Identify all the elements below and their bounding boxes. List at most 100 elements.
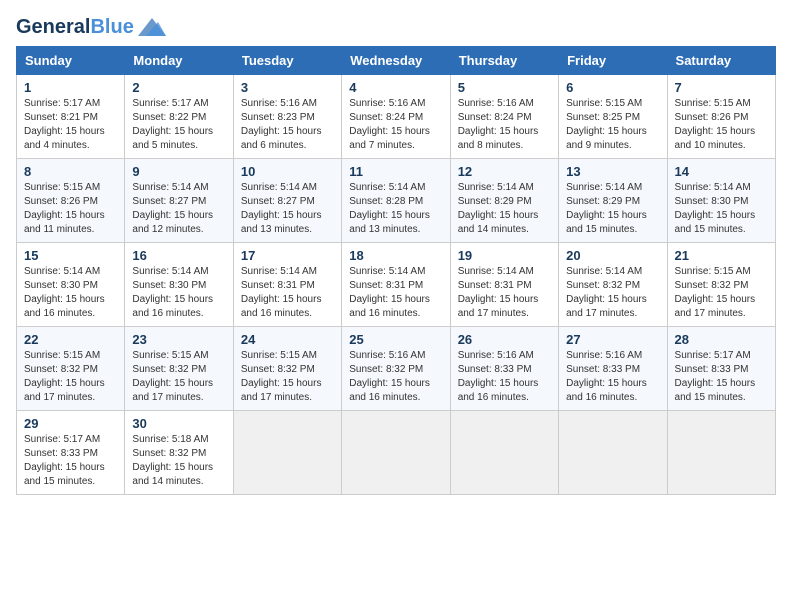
day-info: Sunrise: 5:14 AMSunset: 8:30 PMDaylight:… bbox=[132, 265, 225, 321]
day-number: 2 bbox=[132, 80, 225, 95]
day-number: 10 bbox=[241, 164, 334, 179]
calendar-cell: 2 Sunrise: 5:17 AMSunset: 8:22 PMDayligh… bbox=[125, 75, 233, 159]
day-number: 21 bbox=[675, 248, 768, 263]
day-number: 7 bbox=[675, 80, 768, 95]
day-info: Sunrise: 5:16 AMSunset: 8:32 PMDaylight:… bbox=[349, 349, 442, 405]
day-number: 23 bbox=[132, 332, 225, 347]
calendar-cell: 19 Sunrise: 5:14 AMSunset: 8:31 PMDaylig… bbox=[450, 243, 558, 327]
calendar-cell: 18 Sunrise: 5:14 AMSunset: 8:31 PMDaylig… bbox=[342, 243, 450, 327]
calendar-cell: 24 Sunrise: 5:15 AMSunset: 8:32 PMDaylig… bbox=[233, 327, 341, 411]
calendar-cell: 7 Sunrise: 5:15 AMSunset: 8:26 PMDayligh… bbox=[667, 75, 775, 159]
day-info: Sunrise: 5:14 AMSunset: 8:29 PMDaylight:… bbox=[458, 181, 551, 237]
page-header: GeneralBlue bbox=[16, 16, 776, 38]
day-number: 25 bbox=[349, 332, 442, 347]
day-number: 9 bbox=[132, 164, 225, 179]
day-number: 8 bbox=[24, 164, 117, 179]
day-info: Sunrise: 5:17 AMSunset: 8:22 PMDaylight:… bbox=[132, 97, 225, 153]
day-number: 3 bbox=[241, 80, 334, 95]
calendar-cell: 10 Sunrise: 5:14 AMSunset: 8:27 PMDaylig… bbox=[233, 159, 341, 243]
day-info: Sunrise: 5:14 AMSunset: 8:31 PMDaylight:… bbox=[458, 265, 551, 321]
day-info: Sunrise: 5:14 AMSunset: 8:27 PMDaylight:… bbox=[132, 181, 225, 237]
calendar-cell: 3 Sunrise: 5:16 AMSunset: 8:23 PMDayligh… bbox=[233, 75, 341, 159]
day-number: 4 bbox=[349, 80, 442, 95]
calendar-cell: 1 Sunrise: 5:17 AMSunset: 8:21 PMDayligh… bbox=[17, 75, 125, 159]
calendar-cell: 9 Sunrise: 5:14 AMSunset: 8:27 PMDayligh… bbox=[125, 159, 233, 243]
day-info: Sunrise: 5:15 AMSunset: 8:32 PMDaylight:… bbox=[241, 349, 334, 405]
weekday-header-tuesday: Tuesday bbox=[233, 47, 341, 75]
weekday-header-sunday: Sunday bbox=[17, 47, 125, 75]
logo-icon bbox=[138, 16, 166, 38]
day-number: 22 bbox=[24, 332, 117, 347]
day-info: Sunrise: 5:15 AMSunset: 8:32 PMDaylight:… bbox=[132, 349, 225, 405]
day-info: Sunrise: 5:14 AMSunset: 8:30 PMDaylight:… bbox=[24, 265, 117, 321]
day-info: Sunrise: 5:14 AMSunset: 8:28 PMDaylight:… bbox=[349, 181, 442, 237]
calendar-cell bbox=[667, 411, 775, 495]
day-number: 14 bbox=[675, 164, 768, 179]
calendar-week-row: 1 Sunrise: 5:17 AMSunset: 8:21 PMDayligh… bbox=[17, 75, 776, 159]
calendar-cell: 17 Sunrise: 5:14 AMSunset: 8:31 PMDaylig… bbox=[233, 243, 341, 327]
calendar-week-row: 22 Sunrise: 5:15 AMSunset: 8:32 PMDaylig… bbox=[17, 327, 776, 411]
day-number: 28 bbox=[675, 332, 768, 347]
calendar-cell: 25 Sunrise: 5:16 AMSunset: 8:32 PMDaylig… bbox=[342, 327, 450, 411]
day-info: Sunrise: 5:14 AMSunset: 8:29 PMDaylight:… bbox=[566, 181, 659, 237]
calendar-cell bbox=[559, 411, 667, 495]
day-number: 29 bbox=[24, 416, 117, 431]
logo: GeneralBlue bbox=[16, 16, 166, 38]
calendar-cell: 29 Sunrise: 5:17 AMSunset: 8:33 PMDaylig… bbox=[17, 411, 125, 495]
day-info: Sunrise: 5:17 AMSunset: 8:33 PMDaylight:… bbox=[24, 433, 117, 489]
weekday-header-saturday: Saturday bbox=[667, 47, 775, 75]
day-number: 17 bbox=[241, 248, 334, 263]
weekday-header-row: SundayMondayTuesdayWednesdayThursdayFrid… bbox=[17, 47, 776, 75]
calendar-cell bbox=[233, 411, 341, 495]
weekday-header-thursday: Thursday bbox=[450, 47, 558, 75]
day-number: 11 bbox=[349, 164, 442, 179]
day-number: 18 bbox=[349, 248, 442, 263]
day-number: 1 bbox=[24, 80, 117, 95]
weekday-header-friday: Friday bbox=[559, 47, 667, 75]
calendar-cell: 21 Sunrise: 5:15 AMSunset: 8:32 PMDaylig… bbox=[667, 243, 775, 327]
day-number: 6 bbox=[566, 80, 659, 95]
calendar-cell: 27 Sunrise: 5:16 AMSunset: 8:33 PMDaylig… bbox=[559, 327, 667, 411]
calendar-cell: 13 Sunrise: 5:14 AMSunset: 8:29 PMDaylig… bbox=[559, 159, 667, 243]
day-number: 15 bbox=[24, 248, 117, 263]
calendar-table: SundayMondayTuesdayWednesdayThursdayFrid… bbox=[16, 46, 776, 495]
calendar-cell: 22 Sunrise: 5:15 AMSunset: 8:32 PMDaylig… bbox=[17, 327, 125, 411]
calendar-cell: 4 Sunrise: 5:16 AMSunset: 8:24 PMDayligh… bbox=[342, 75, 450, 159]
day-info: Sunrise: 5:17 AMSunset: 8:21 PMDaylight:… bbox=[24, 97, 117, 153]
calendar-cell: 28 Sunrise: 5:17 AMSunset: 8:33 PMDaylig… bbox=[667, 327, 775, 411]
calendar-week-row: 15 Sunrise: 5:14 AMSunset: 8:30 PMDaylig… bbox=[17, 243, 776, 327]
day-number: 16 bbox=[132, 248, 225, 263]
day-info: Sunrise: 5:14 AMSunset: 8:32 PMDaylight:… bbox=[566, 265, 659, 321]
calendar-cell: 15 Sunrise: 5:14 AMSunset: 8:30 PMDaylig… bbox=[17, 243, 125, 327]
calendar-week-row: 29 Sunrise: 5:17 AMSunset: 8:33 PMDaylig… bbox=[17, 411, 776, 495]
day-number: 30 bbox=[132, 416, 225, 431]
logo-text: GeneralBlue bbox=[16, 16, 134, 38]
calendar-cell bbox=[450, 411, 558, 495]
day-info: Sunrise: 5:16 AMSunset: 8:23 PMDaylight:… bbox=[241, 97, 334, 153]
day-info: Sunrise: 5:15 AMSunset: 8:26 PMDaylight:… bbox=[24, 181, 117, 237]
day-number: 27 bbox=[566, 332, 659, 347]
day-number: 24 bbox=[241, 332, 334, 347]
day-number: 13 bbox=[566, 164, 659, 179]
day-number: 12 bbox=[458, 164, 551, 179]
day-number: 5 bbox=[458, 80, 551, 95]
weekday-header-monday: Monday bbox=[125, 47, 233, 75]
day-info: Sunrise: 5:16 AMSunset: 8:33 PMDaylight:… bbox=[458, 349, 551, 405]
calendar-cell: 26 Sunrise: 5:16 AMSunset: 8:33 PMDaylig… bbox=[450, 327, 558, 411]
weekday-header-wednesday: Wednesday bbox=[342, 47, 450, 75]
day-info: Sunrise: 5:14 AMSunset: 8:31 PMDaylight:… bbox=[241, 265, 334, 321]
calendar-cell: 23 Sunrise: 5:15 AMSunset: 8:32 PMDaylig… bbox=[125, 327, 233, 411]
day-info: Sunrise: 5:16 AMSunset: 8:24 PMDaylight:… bbox=[458, 97, 551, 153]
day-info: Sunrise: 5:14 AMSunset: 8:31 PMDaylight:… bbox=[349, 265, 442, 321]
day-info: Sunrise: 5:15 AMSunset: 8:32 PMDaylight:… bbox=[675, 265, 768, 321]
day-number: 26 bbox=[458, 332, 551, 347]
calendar-cell: 11 Sunrise: 5:14 AMSunset: 8:28 PMDaylig… bbox=[342, 159, 450, 243]
day-info: Sunrise: 5:17 AMSunset: 8:33 PMDaylight:… bbox=[675, 349, 768, 405]
day-info: Sunrise: 5:16 AMSunset: 8:24 PMDaylight:… bbox=[349, 97, 442, 153]
day-info: Sunrise: 5:15 AMSunset: 8:26 PMDaylight:… bbox=[675, 97, 768, 153]
calendar-cell: 6 Sunrise: 5:15 AMSunset: 8:25 PMDayligh… bbox=[559, 75, 667, 159]
calendar-cell: 12 Sunrise: 5:14 AMSunset: 8:29 PMDaylig… bbox=[450, 159, 558, 243]
calendar-cell bbox=[342, 411, 450, 495]
calendar-week-row: 8 Sunrise: 5:15 AMSunset: 8:26 PMDayligh… bbox=[17, 159, 776, 243]
calendar-cell: 14 Sunrise: 5:14 AMSunset: 8:30 PMDaylig… bbox=[667, 159, 775, 243]
